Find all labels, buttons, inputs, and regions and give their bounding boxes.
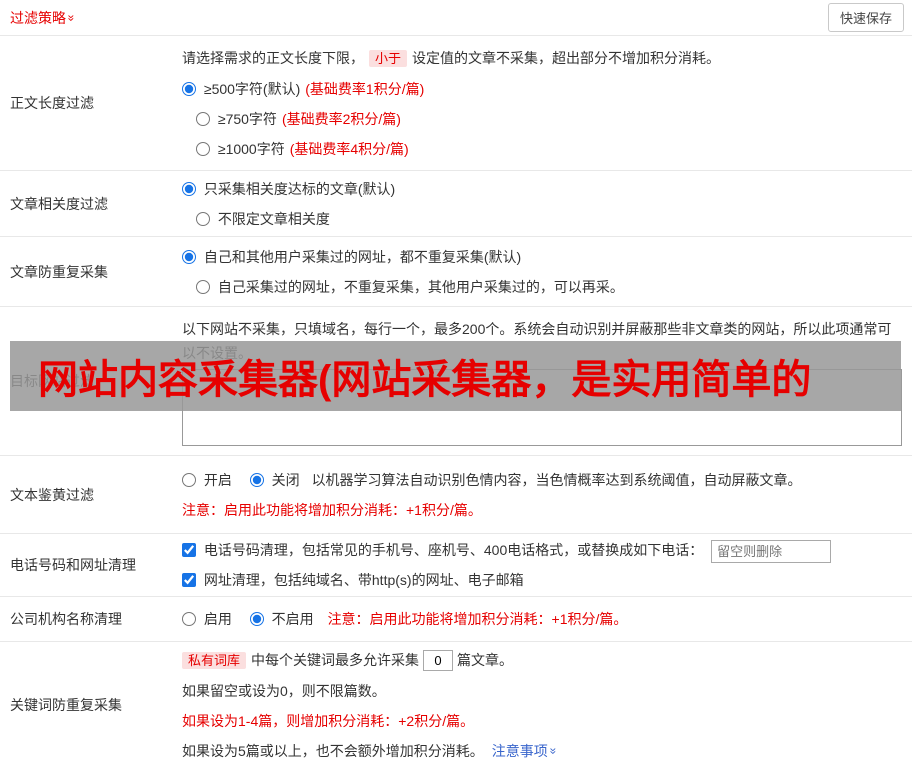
radio-porn-on-label: 开启 [203, 471, 232, 488]
radio-option-500[interactable]: ≥500字符(默认) (基础费率1积分/篇) [182, 74, 902, 104]
keyword-limit-count-input[interactable] [423, 650, 454, 672]
length-filter-content: 请选择需求的正文长度下限， 小于 设定值的文章不采集，超出部分不增加积分消耗。 ≥5… [182, 36, 912, 170]
radio-option-dedupe-all[interactable]: 自己和其他用户采集过的网址，都不重复采集(默认) [182, 242, 902, 272]
radio-option-dedupe-self[interactable]: 自己采集过的网址，不重复采集，其他用户采集过的，可以再采。 [196, 272, 902, 302]
company-clean-line: 启用 不启用 注意：启用此功能将增加积分消耗：+1积分/篇。 [182, 604, 902, 634]
watermark-text: 网站内容采集器(网站采集器，是实用简单的 [38, 358, 812, 402]
url-clean-line: 网址清理，包括纯域名、带http(s)的网址、电子邮箱 [182, 565, 902, 595]
watermark-overlay: 网站内容采集器(网站采集器，是实用简单的 [10, 341, 901, 411]
radio-company-enable-input[interactable] [182, 612, 196, 626]
radio-option-company-disable[interactable]: 不启用 [249, 611, 318, 627]
company-clean-content: 启用 不启用 注意：启用此功能将增加积分消耗：+1积分/篇。 [182, 597, 912, 641]
radio-1000-label: ≥1000字符 [217, 140, 285, 157]
radio-company-disable-input[interactable] [249, 612, 264, 626]
radio-500-label: ≥500字符(默认) [203, 80, 301, 97]
chevron-down-icon: » [64, 14, 79, 21]
url-clean-label: 网址清理，包括纯域名、带http(s)的网址、电子邮箱 [203, 572, 524, 588]
less-than-tag: 小于 [369, 49, 408, 67]
radio-750-label: ≥750字符 [217, 110, 277, 127]
radio-company-disable-label: 不启用 [271, 611, 314, 627]
quick-save-button[interactable]: 快速保存 [827, 3, 904, 32]
row-length-filter: 正文长度过滤 请选择需求的正文长度下限， 小于 设定值的文章不采集，超出部分不增加积… [0, 36, 912, 171]
radio-option-company-enable[interactable]: 启用 [182, 611, 236, 627]
keyword-limit-line1: 私有词库中每个关键词最多允许采集 篇文章。 [182, 645, 902, 676]
radio-500-fee-note: (基础费率1积分/篇) [305, 80, 425, 97]
page-title-text: 过滤策略 [10, 9, 66, 26]
keyword-limit-line4-text: 如果设为5篇或以上，也不会额外增加积分消耗。 [182, 742, 484, 759]
radio-option-750[interactable]: ≥750字符 (基础费率2积分/篇) [196, 104, 902, 134]
keyword-limit-end-text: 篇文章。 [457, 651, 514, 668]
relevance-filter-content: 只采集相关度达标的文章(默认) 不限定文章相关度 [182, 171, 912, 236]
radio-porn-off-input[interactable] [249, 472, 264, 487]
row-label-porn-filter: 文本鉴黄过滤 [10, 486, 94, 503]
row-label-keyword-limit: 关键词防重复采集 [10, 697, 122, 713]
radio-option-1000[interactable]: ≥1000字符 (基础费率4积分/篇) [196, 134, 902, 164]
phone-clean-line: 电话号码清理，包括常见的手机号、座机号、400电话格式，或替换成如下电话： [182, 535, 902, 565]
dedupe-collect-content: 自己和其他用户采集过的网址，都不重复采集(默认) 自己采集过的网址，不重复采集，… [182, 237, 912, 306]
row-phone-url-clean: 电话号码和网址清理 电话号码清理，包括常见的手机号、座机号、400电话格式，或替… [0, 534, 912, 597]
keyword-limit-line4: 如果设为5篇或以上，也不会额外增加积分消耗。 注意事项» [182, 736, 902, 766]
radio-option-porn-on[interactable]: 开启 [182, 472, 236, 488]
filter-strategy-page: 过滤策略» 快速保存 正文长度过滤 请选择需求的正文长度下限， 小于 设定值的文章不… [0, 0, 912, 768]
phone-url-clean-content: 电话号码清理，包括常见的手机号、座机号、400电话格式，或替换成如下电话： 网址… [182, 534, 912, 596]
porn-filter-options-line: 开启 关闭 以机器学习算法自动识别色情内容，当色情概率达到系统阈值，自动屏蔽文章… [182, 465, 902, 495]
url-clean-checkbox[interactable] [182, 573, 196, 587]
radio-company-enable-label: 启用 [203, 611, 232, 627]
row-label-phone-url-clean: 电话号码和网址清理 [10, 557, 136, 573]
radio-dedupe-all-input[interactable] [182, 249, 196, 264]
radio-750-input[interactable] [196, 111, 210, 126]
porn-filter-content: 开启 关闭 以机器学习算法自动识别色情内容，当色情概率达到系统阈值，自动屏蔽文章… [182, 456, 912, 533]
radio-1000-fee-note: (基础费率4积分/篇) [289, 140, 409, 157]
radio-relevance-any-input[interactable] [196, 211, 210, 226]
radio-porn-off-label: 关闭 [271, 471, 300, 488]
radio-relevance-strict-label: 只采集相关度达标的文章(默认) [203, 180, 396, 197]
row-label-relevance-filter: 文章相关度过滤 [10, 195, 108, 212]
radio-relevance-any-label: 不限定文章相关度 [217, 210, 330, 227]
radio-option-porn-off[interactable]: 关闭 [249, 471, 304, 488]
row-keyword-limit: 关键词防重复采集 私有词库中每个关键词最多允许采集 篇文章。 如果留空或设为0，则… [0, 642, 912, 768]
row-dedupe-collect: 文章防重复采集 自己和其他用户采集过的网址，都不重复采集(默认) 自己采集过的网… [0, 237, 912, 307]
checkbox-option-phone-clean[interactable]: 电话号码清理，包括常见的手机号、座机号、400电话格式，或替换成如下电话： [182, 542, 707, 558]
row-company-clean: 公司机构名称清理 启用 不启用 注意：启用此功能将增加积分消耗：+1积分/篇。 [0, 597, 912, 642]
phone-clean-label: 电话号码清理，包括常见的手机号、座机号、400电话格式，或替换成如下电话： [203, 542, 704, 558]
length-filter-intro: 请选择需求的正文长度下限， 小于 设定值的文章不采集，超出部分不增加积分消耗。 [182, 43, 902, 74]
notes-link[interactable]: 注意事项» [492, 743, 560, 759]
private-lexicon-tag: 私有词库 [182, 651, 247, 669]
radio-porn-on-input[interactable] [182, 472, 196, 487]
radio-option-relevance-any[interactable]: 不限定文章相关度 [196, 204, 902, 234]
radio-750-fee-note: (基础费率2积分/篇) [281, 110, 401, 127]
radio-option-relevance-strict[interactable]: 只采集相关度达标的文章(默认) [182, 174, 902, 204]
radio-1000-input[interactable] [196, 141, 210, 156]
company-clean-warning: 注意：启用此功能将增加积分消耗：+1积分/篇。 [327, 611, 628, 627]
radio-500-input[interactable] [182, 81, 196, 96]
porn-filter-description: 以机器学习算法自动识别色情内容，当色情概率达到系统阈值，自动屏蔽文章。 [311, 471, 802, 488]
row-label-length-filter: 正文长度过滤 [10, 95, 94, 111]
keyword-limit-line2: 如果留空或设为0，则不限篇数。 [182, 682, 386, 699]
radio-dedupe-all-label: 自己和其他用户采集过的网址，都不重复采集(默认) [203, 248, 522, 265]
row-label-company-clean: 公司机构名称清理 [10, 611, 122, 627]
intro-text-post: 设定值的文章不采集，超出部分不增加积分消耗。 [412, 49, 721, 66]
page-title[interactable]: 过滤策略» [10, 8, 79, 28]
keyword-limit-mid-text: 中每个关键词最多允许采集 [251, 651, 420, 668]
intro-text-pre: 请选择需求的正文长度下限， [182, 49, 364, 66]
porn-filter-warning: 注意：启用此功能将增加积分消耗：+1积分/篇。 [182, 501, 482, 518]
page-header: 过滤策略» 快速保存 [0, 0, 912, 36]
row-label-dedupe-collect: 文章防重复采集 [10, 263, 108, 280]
keyword-limit-content: 私有词库中每个关键词最多允许采集 篇文章。 如果留空或设为0，则不限篇数。 如果设… [182, 642, 912, 768]
chevron-down-icon: » [546, 747, 561, 754]
phone-clean-checkbox[interactable] [182, 543, 196, 557]
checkbox-option-url-clean[interactable]: 网址清理，包括纯域名、带http(s)的网址、电子邮箱 [182, 572, 524, 588]
radio-dedupe-self-input[interactable] [196, 279, 210, 294]
row-relevance-filter: 文章相关度过滤 只采集相关度达标的文章(默认) 不限定文章相关度 [0, 171, 912, 237]
replacement-phone-input[interactable] [711, 539, 832, 563]
radio-dedupe-self-label: 自己采集过的网址，不重复采集，其他用户采集过的，可以再采。 [217, 278, 624, 295]
keyword-limit-line3: 如果设为1-4篇，则增加积分消耗：+2积分/篇。 [182, 712, 475, 729]
radio-relevance-strict-input[interactable] [182, 181, 196, 196]
row-porn-filter: 文本鉴黄过滤 开启 关闭 以机器学习算法自动识别色情内容，当色情概率达到系统阈值… [0, 456, 912, 534]
